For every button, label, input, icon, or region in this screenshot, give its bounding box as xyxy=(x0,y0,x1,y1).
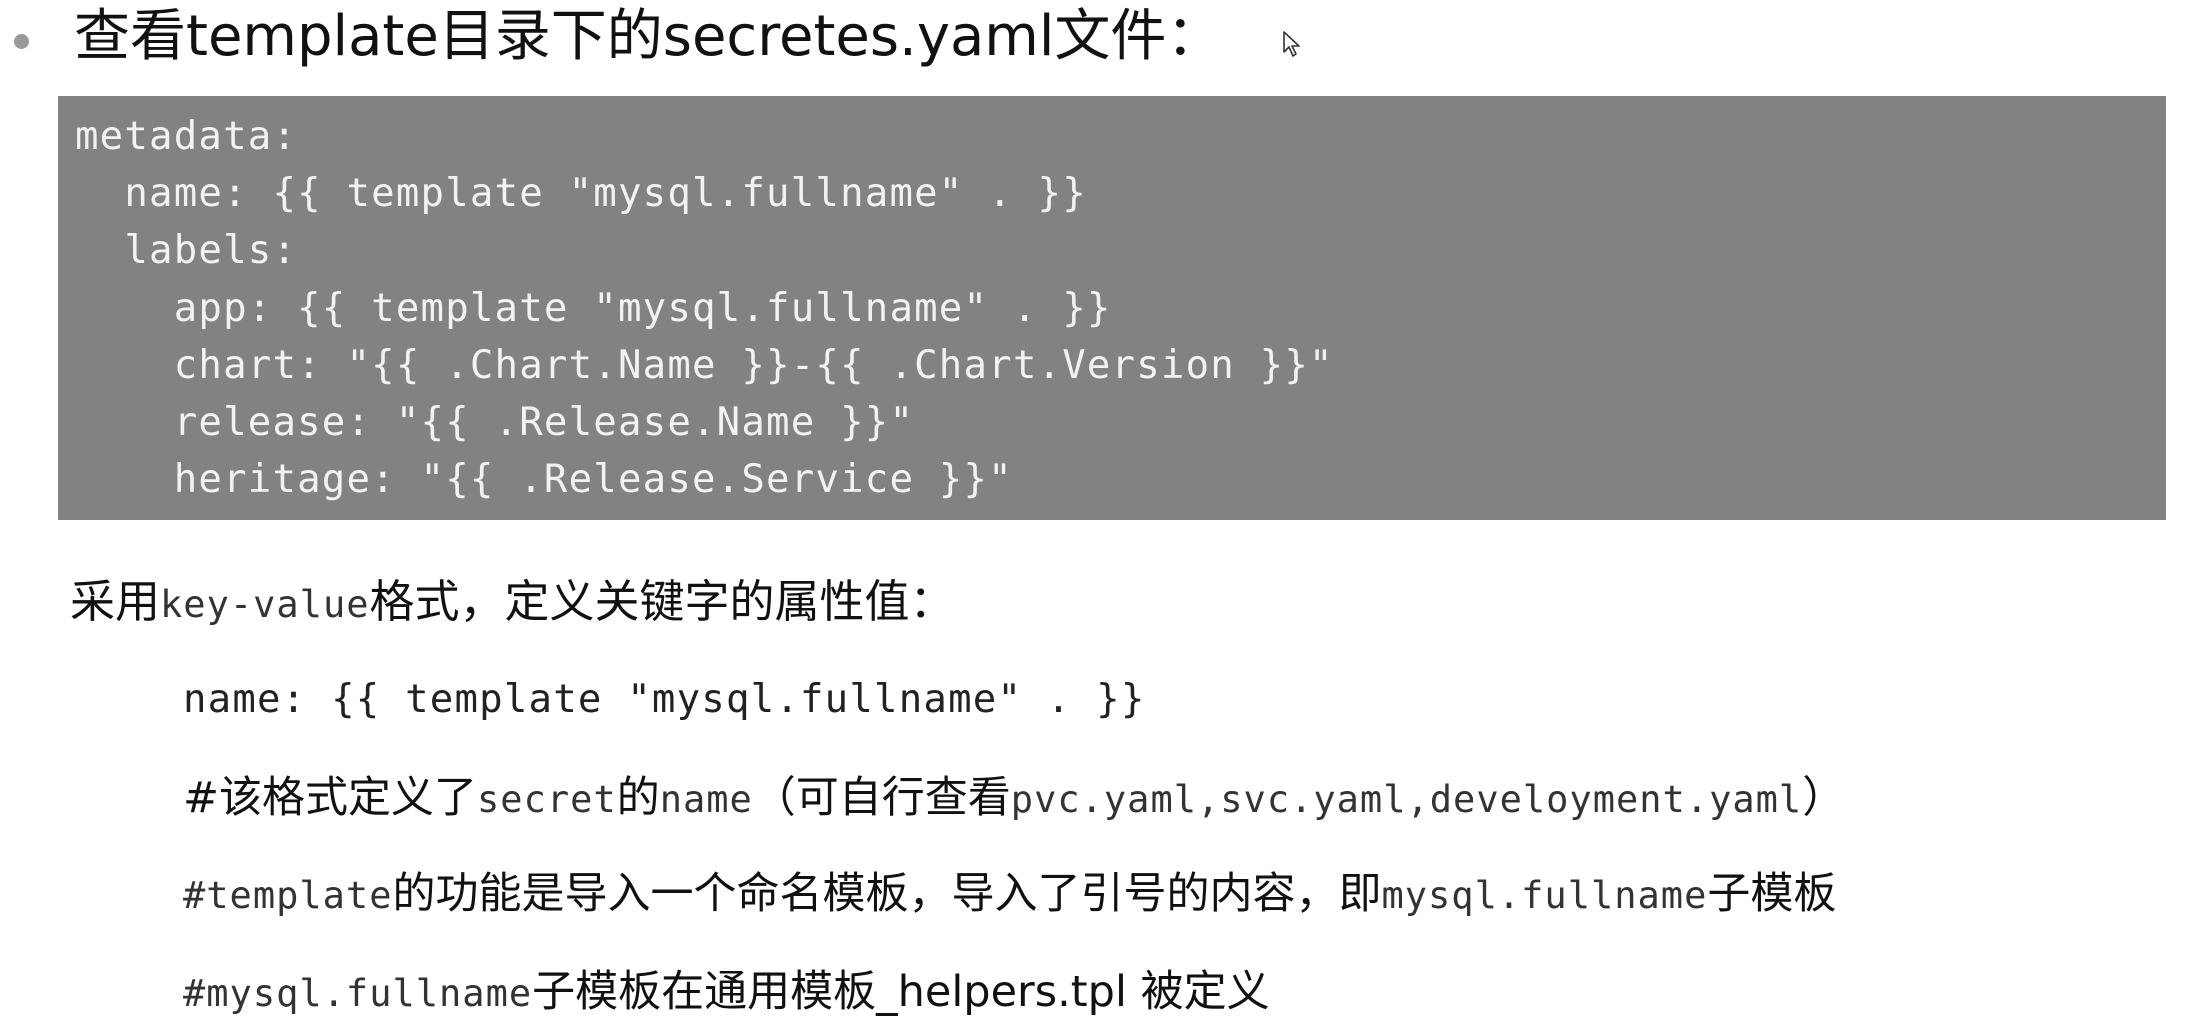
note-helpers-definition: #mysql.fullname子模板在通用模板_helpers.tpl 被定义 xyxy=(183,962,1270,1024)
code-line: heritage: "{{ .Release.Service }}" xyxy=(75,457,1013,502)
note-text: #该格式定义了 xyxy=(183,773,478,823)
code-line: labels: xyxy=(75,228,298,273)
code-line: metadata: xyxy=(75,114,298,159)
page-heading: 查看template目录下的secretes.yaml文件： xyxy=(74,4,1223,69)
note-keyword: #template xyxy=(183,874,393,917)
intro-part: 格式，定义关键字的属性值： xyxy=(369,575,955,628)
note-text: 的 xyxy=(616,773,660,823)
example-code: name: {{ template "mysql.fullname" . }} xyxy=(183,677,1146,722)
code-line: release: "{{ .Release.Name }}" xyxy=(75,400,915,445)
note-keyword: name xyxy=(659,778,753,821)
intro-keyword: key-value xyxy=(160,583,370,626)
mouse-pointer-icon xyxy=(1283,31,1300,57)
intro-text: 采用key-value格式，定义关键字的属性值： xyxy=(70,572,955,635)
note-text: 的功能是导入一个命名模板，导入了引号的内容，即 xyxy=(392,869,1382,919)
intro-part: 采用 xyxy=(70,575,161,628)
note-keyword: pvc.yaml,svc.yaml,develoyment.yaml xyxy=(1010,778,1803,821)
code-line: app: {{ template "mysql.fullname" . }} xyxy=(75,286,1112,331)
note-secret-name: #该格式定义了secret的name（可自行查看pvc.yaml,svc.yam… xyxy=(183,768,1845,830)
note-template-function: #template的功能是导入一个命名模板，导入了引号的内容，即mysql.fu… xyxy=(183,864,1836,926)
code-line: chart: "{{ .Chart.Name }}-{{ .Chart.Vers… xyxy=(75,343,1334,388)
note-text: （可自行查看 xyxy=(752,773,1011,823)
note-text: ） xyxy=(1802,773,1846,823)
note-keyword: #mysql.fullname xyxy=(183,972,533,1015)
note-keyword: mysql.fullname xyxy=(1381,874,1708,917)
bullet-dot xyxy=(14,34,29,49)
code-block: metadata: name: {{ template "mysql.fulln… xyxy=(58,96,2166,520)
note-text: 子模板在通用模板_helpers.tpl 被定义 xyxy=(532,967,1270,1017)
note-keyword: secret xyxy=(477,778,617,821)
heading-row: 查看template目录下的secretes.yaml文件： xyxy=(0,0,2185,80)
note-text: 子模板 xyxy=(1707,869,1837,919)
code-line: name: {{ template "mysql.fullname" . }} xyxy=(75,171,1087,216)
